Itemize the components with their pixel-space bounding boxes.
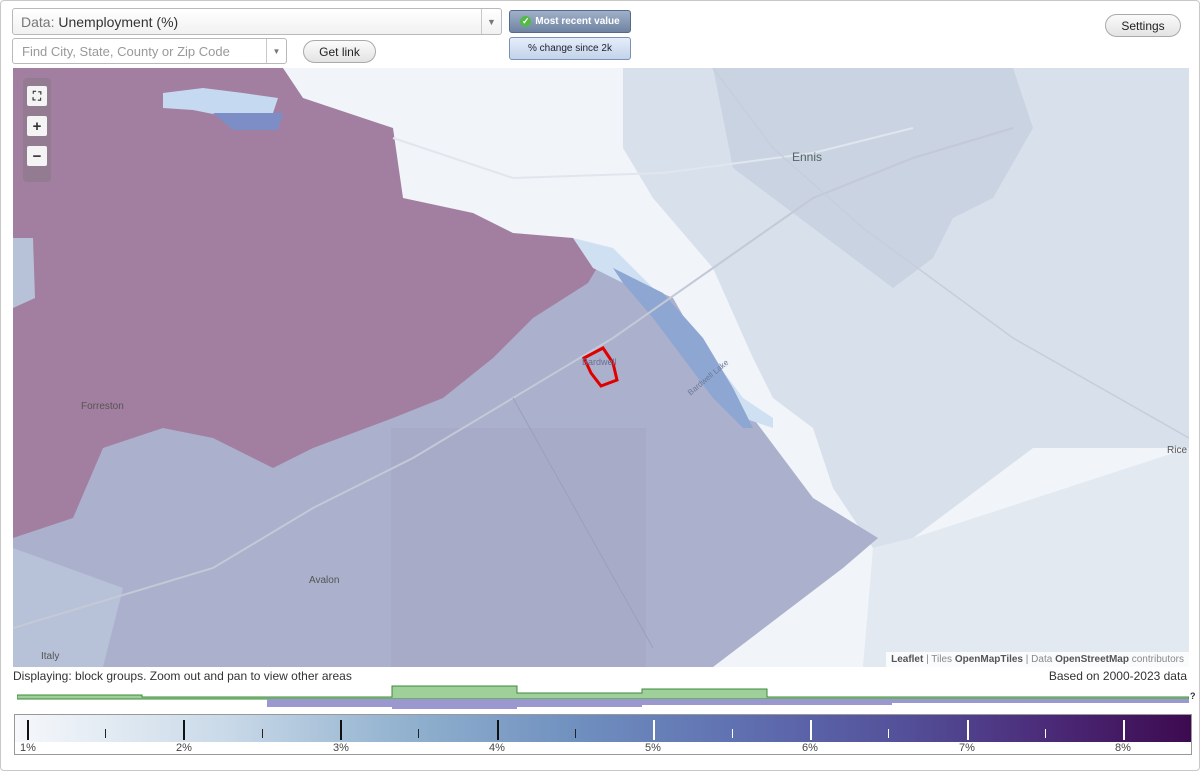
data-prefix: | Data <box>1023 654 1056 665</box>
get-link-button[interactable]: Get link <box>303 40 376 63</box>
openmaptiles-link[interactable]: OpenMapTiles <box>955 654 1023 665</box>
legend-minor-tick <box>888 729 889 738</box>
legend-gradient <box>15 715 1191 742</box>
legend-tick <box>653 720 655 740</box>
settings-button[interactable]: Settings <box>1105 14 1181 37</box>
leaflet-link[interactable]: Leaflet <box>891 654 923 665</box>
check-icon: ✓ <box>520 16 532 27</box>
place-label-avalon: Avalon <box>309 575 340 586</box>
legend-label: 7% <box>959 742 975 754</box>
legend-minor-tick <box>732 729 733 738</box>
legend-label: 5% <box>645 742 661 754</box>
place-label-italy: Italy <box>41 651 60 662</box>
legend-label: 4% <box>489 742 505 754</box>
displaying-status: Displaying: block groups. Zoom out and p… <box>13 669 352 683</box>
contributors-suffix: contributors <box>1128 654 1184 665</box>
place-label-forreston: Forreston <box>81 401 124 412</box>
legend-tick <box>1123 720 1125 740</box>
place-label-bardwell: Bardwell <box>582 357 617 367</box>
place-label-rice: Rice <box>1167 445 1188 456</box>
search-placeholder: Find City, State, County or Zip Code <box>22 44 230 59</box>
color-legend: 1% 2% 3% 4% 5% 6% 7% 8% <box>14 714 1192 755</box>
region-west-edge <box>13 238 35 308</box>
data-select-prefix: Data: <box>21 14 55 30</box>
legend-label: 3% <box>333 742 349 754</box>
most-recent-value-label: Most recent value <box>535 16 620 27</box>
legend-tick <box>27 720 29 740</box>
most-recent-value-toggle[interactable]: ✓ Most recent value <box>509 10 631 33</box>
legend-tick <box>497 720 499 740</box>
data-select-value: Unemployment (%) <box>58 14 179 30</box>
fullscreen-icon[interactable]: ⛶ <box>27 86 47 106</box>
based-on-status: Based on 2000-2023 data <box>1048 669 1187 683</box>
tiles-prefix: | Tiles <box>923 654 955 665</box>
histogram-green-series <box>17 685 1189 700</box>
pct-change-label: % change since 2k <box>528 43 612 54</box>
legend-minor-tick <box>575 729 576 738</box>
unknown-marker: ? <box>1190 691 1196 701</box>
pct-change-toggle[interactable]: % change since 2k <box>509 37 631 60</box>
legend-minor-tick <box>1045 729 1046 738</box>
legend-minor-tick <box>418 729 419 738</box>
openstreetmap-link[interactable]: OpenStreetMap <box>1055 654 1129 665</box>
map-attribution: Leaflet | Tiles OpenMapTiles | Data Open… <box>886 652 1189 667</box>
zoom-in-button[interactable]: + <box>27 116 47 136</box>
legend-tick <box>810 720 812 740</box>
legend-tick <box>967 720 969 740</box>
search-input[interactable]: Find City, State, County or Zip Code ▼ <box>12 38 287 64</box>
zoom-out-button[interactable]: − <box>27 146 47 166</box>
legend-tick <box>183 720 185 740</box>
app-frame: Data: Unemployment (%) ▼ Find City, Stat… <box>0 0 1200 771</box>
map[interactable]: ⛶ + − Ennis Forreston Avalon Italy Rice … <box>13 68 1189 667</box>
region-center-block <box>391 428 646 667</box>
legend-label: 1% <box>20 742 36 754</box>
place-label-ennis: Ennis <box>792 150 823 164</box>
data-select[interactable]: Data: Unemployment (%) ▼ <box>12 8 502 35</box>
legend-label: 2% <box>176 742 192 754</box>
legend-minor-tick <box>105 729 106 738</box>
legend-tick <box>340 720 342 740</box>
chevron-down-icon[interactable]: ▼ <box>481 9 501 34</box>
zoom-controls: ⛶ + − <box>23 78 51 182</box>
legend-label: 6% <box>802 742 818 754</box>
chevron-down-icon[interactable]: ▼ <box>266 39 286 63</box>
distribution-histogram <box>17 685 1189 709</box>
map-layer <box>13 68 1189 667</box>
histogram-purple-series <box>17 699 1189 709</box>
legend-minor-tick <box>262 729 263 738</box>
legend-label: 8% <box>1115 742 1131 754</box>
